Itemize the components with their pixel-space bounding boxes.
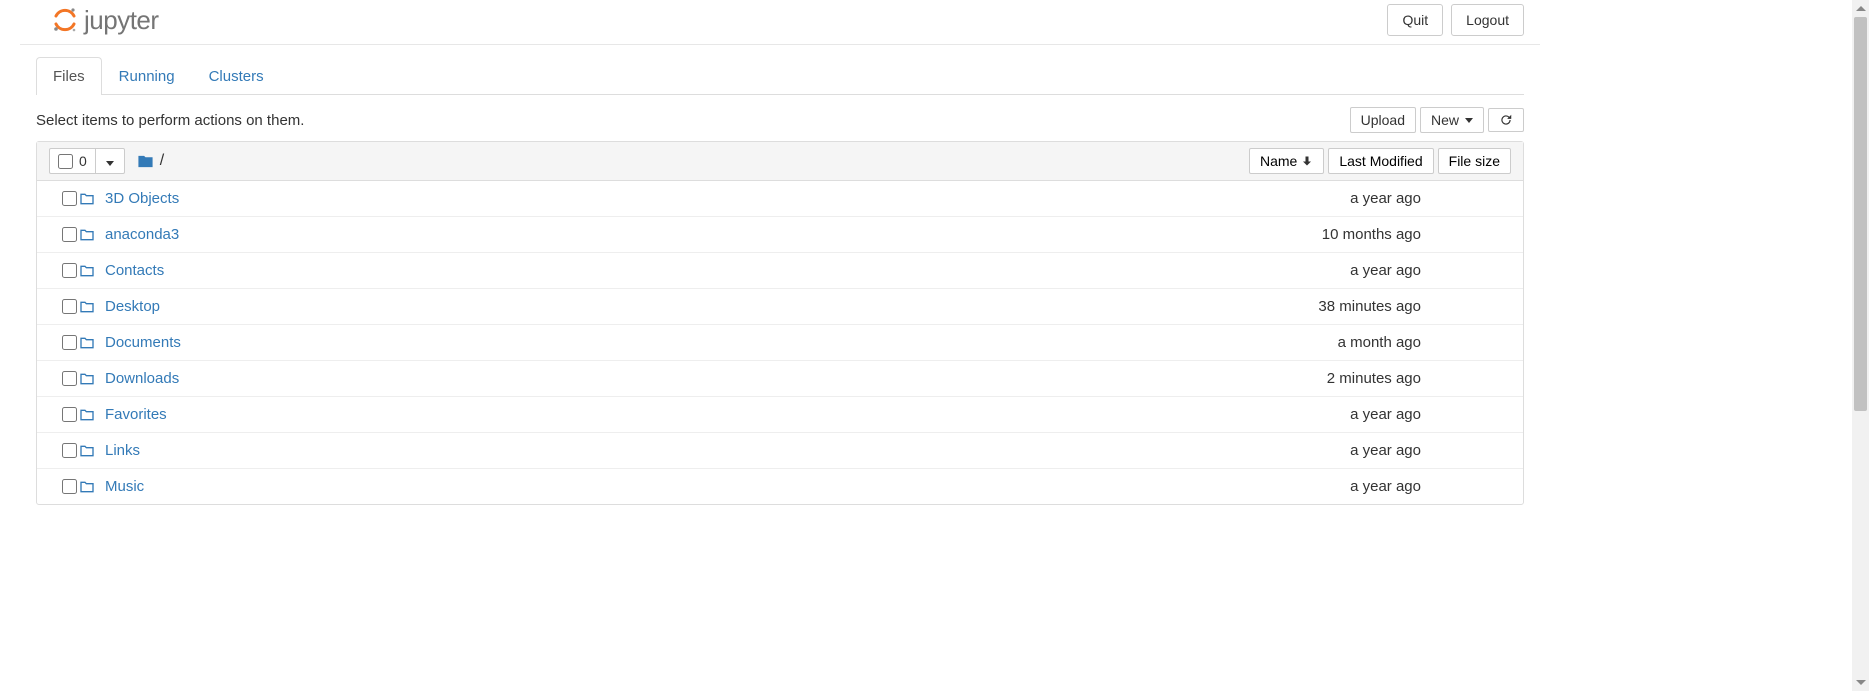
folder-icon (79, 443, 105, 459)
folder-icon (79, 299, 105, 315)
folder-icon (79, 371, 105, 387)
folder-icon[interactable] (137, 153, 154, 170)
header-buttons: Quit Logout (1387, 4, 1524, 36)
row-checkbox[interactable] (62, 335, 77, 350)
table-row: Desktop 38 minutes ago (37, 289, 1523, 325)
sort-name-button[interactable]: Name (1249, 148, 1324, 174)
item-name-link[interactable]: Favorites (105, 406, 167, 423)
row-checkbox[interactable] (62, 263, 77, 278)
action-hint: Select items to perform actions on them. (36, 112, 304, 129)
scroll-up-arrow[interactable] (1852, 0, 1869, 17)
new-dropdown-button[interactable]: New (1420, 107, 1484, 133)
table-row: Downloads 2 minutes ago (37, 361, 1523, 397)
row-checkbox[interactable] (62, 443, 77, 458)
table-row: 3D Objects a year ago (37, 181, 1523, 217)
item-name-link[interactable]: anaconda3 (105, 226, 179, 243)
refresh-icon (1499, 113, 1513, 127)
tab-running[interactable]: Running (102, 57, 192, 95)
table-row: Links a year ago (37, 433, 1523, 469)
table-row: Favorites a year ago (37, 397, 1523, 433)
breadcrumb-root[interactable]: / (160, 152, 164, 170)
arrow-down-icon (1301, 155, 1313, 167)
scroll-down-arrow[interactable] (1852, 674, 1869, 691)
scroll-thumb[interactable] (1854, 17, 1867, 411)
file-list: 0 / Name Last Modified File size (36, 141, 1524, 505)
toolbar: Select items to perform actions on them.… (20, 95, 1540, 141)
selected-count: 0 (79, 153, 87, 169)
folder-icon (79, 263, 105, 279)
row-checkbox[interactable] (62, 407, 77, 422)
item-modified: a year ago (1241, 442, 1421, 459)
item-name-link[interactable]: 3D Objects (105, 190, 179, 207)
table-row: Documents a month ago (37, 325, 1523, 361)
item-name-link[interactable]: Links (105, 442, 140, 459)
row-checkbox[interactable] (62, 479, 77, 494)
row-checkbox[interactable] (62, 191, 77, 206)
item-modified: a month ago (1241, 334, 1421, 351)
item-modified: a year ago (1241, 406, 1421, 423)
quit-button[interactable]: Quit (1387, 4, 1443, 36)
jupyter-logo-text: jupyter (84, 5, 159, 36)
jupyter-icon (52, 7, 78, 33)
jupyter-logo[interactable]: jupyter (52, 5, 159, 36)
item-modified: 2 minutes ago (1241, 370, 1421, 387)
tab-files[interactable]: Files (36, 57, 102, 95)
table-row: Contacts a year ago (37, 253, 1523, 289)
item-modified: 10 months ago (1241, 226, 1421, 243)
table-row: Music a year ago (37, 469, 1523, 504)
upload-button[interactable]: Upload (1350, 107, 1416, 133)
sort-size-button[interactable]: File size (1438, 148, 1511, 174)
item-name-link[interactable]: Desktop (105, 298, 160, 315)
item-modified: 38 minutes ago (1241, 298, 1421, 315)
row-checkbox[interactable] (62, 227, 77, 242)
item-modified: a year ago (1241, 478, 1421, 495)
breadcrumb: / (137, 152, 164, 170)
header: jupyter Quit Logout (20, 0, 1540, 45)
col-name-label: Name (1260, 153, 1297, 169)
vertical-scrollbar[interactable] (1852, 0, 1869, 691)
tabs: Files Running Clusters (36, 57, 1524, 95)
folder-icon (79, 227, 105, 243)
folder-icon (79, 335, 105, 351)
item-name-link[interactable]: Music (105, 478, 144, 495)
refresh-button[interactable] (1488, 108, 1524, 132)
folder-icon (79, 479, 105, 495)
row-checkbox[interactable] (62, 299, 77, 314)
scroll-track[interactable] (1852, 17, 1869, 674)
item-modified: a year ago (1241, 190, 1421, 207)
new-button-label: New (1431, 112, 1459, 128)
item-name-link[interactable]: Contacts (105, 262, 164, 279)
sort-modified-button[interactable]: Last Modified (1328, 148, 1433, 174)
caret-down-icon (1465, 118, 1473, 123)
caret-down-icon (106, 161, 114, 166)
item-name-link[interactable]: Downloads (105, 370, 179, 387)
list-header: 0 / Name Last Modified File size (37, 142, 1523, 181)
select-all-dropdown[interactable] (95, 149, 124, 173)
select-all-checkbox[interactable] (58, 154, 73, 169)
folder-icon (79, 407, 105, 423)
table-row: anaconda3 10 months ago (37, 217, 1523, 253)
folder-icon (79, 191, 105, 207)
logout-button[interactable]: Logout (1451, 4, 1524, 36)
item-modified: a year ago (1241, 262, 1421, 279)
item-name-link[interactable]: Documents (105, 334, 181, 351)
select-all-control: 0 (49, 148, 125, 174)
row-checkbox[interactable] (62, 371, 77, 386)
tab-clusters[interactable]: Clusters (192, 57, 281, 95)
